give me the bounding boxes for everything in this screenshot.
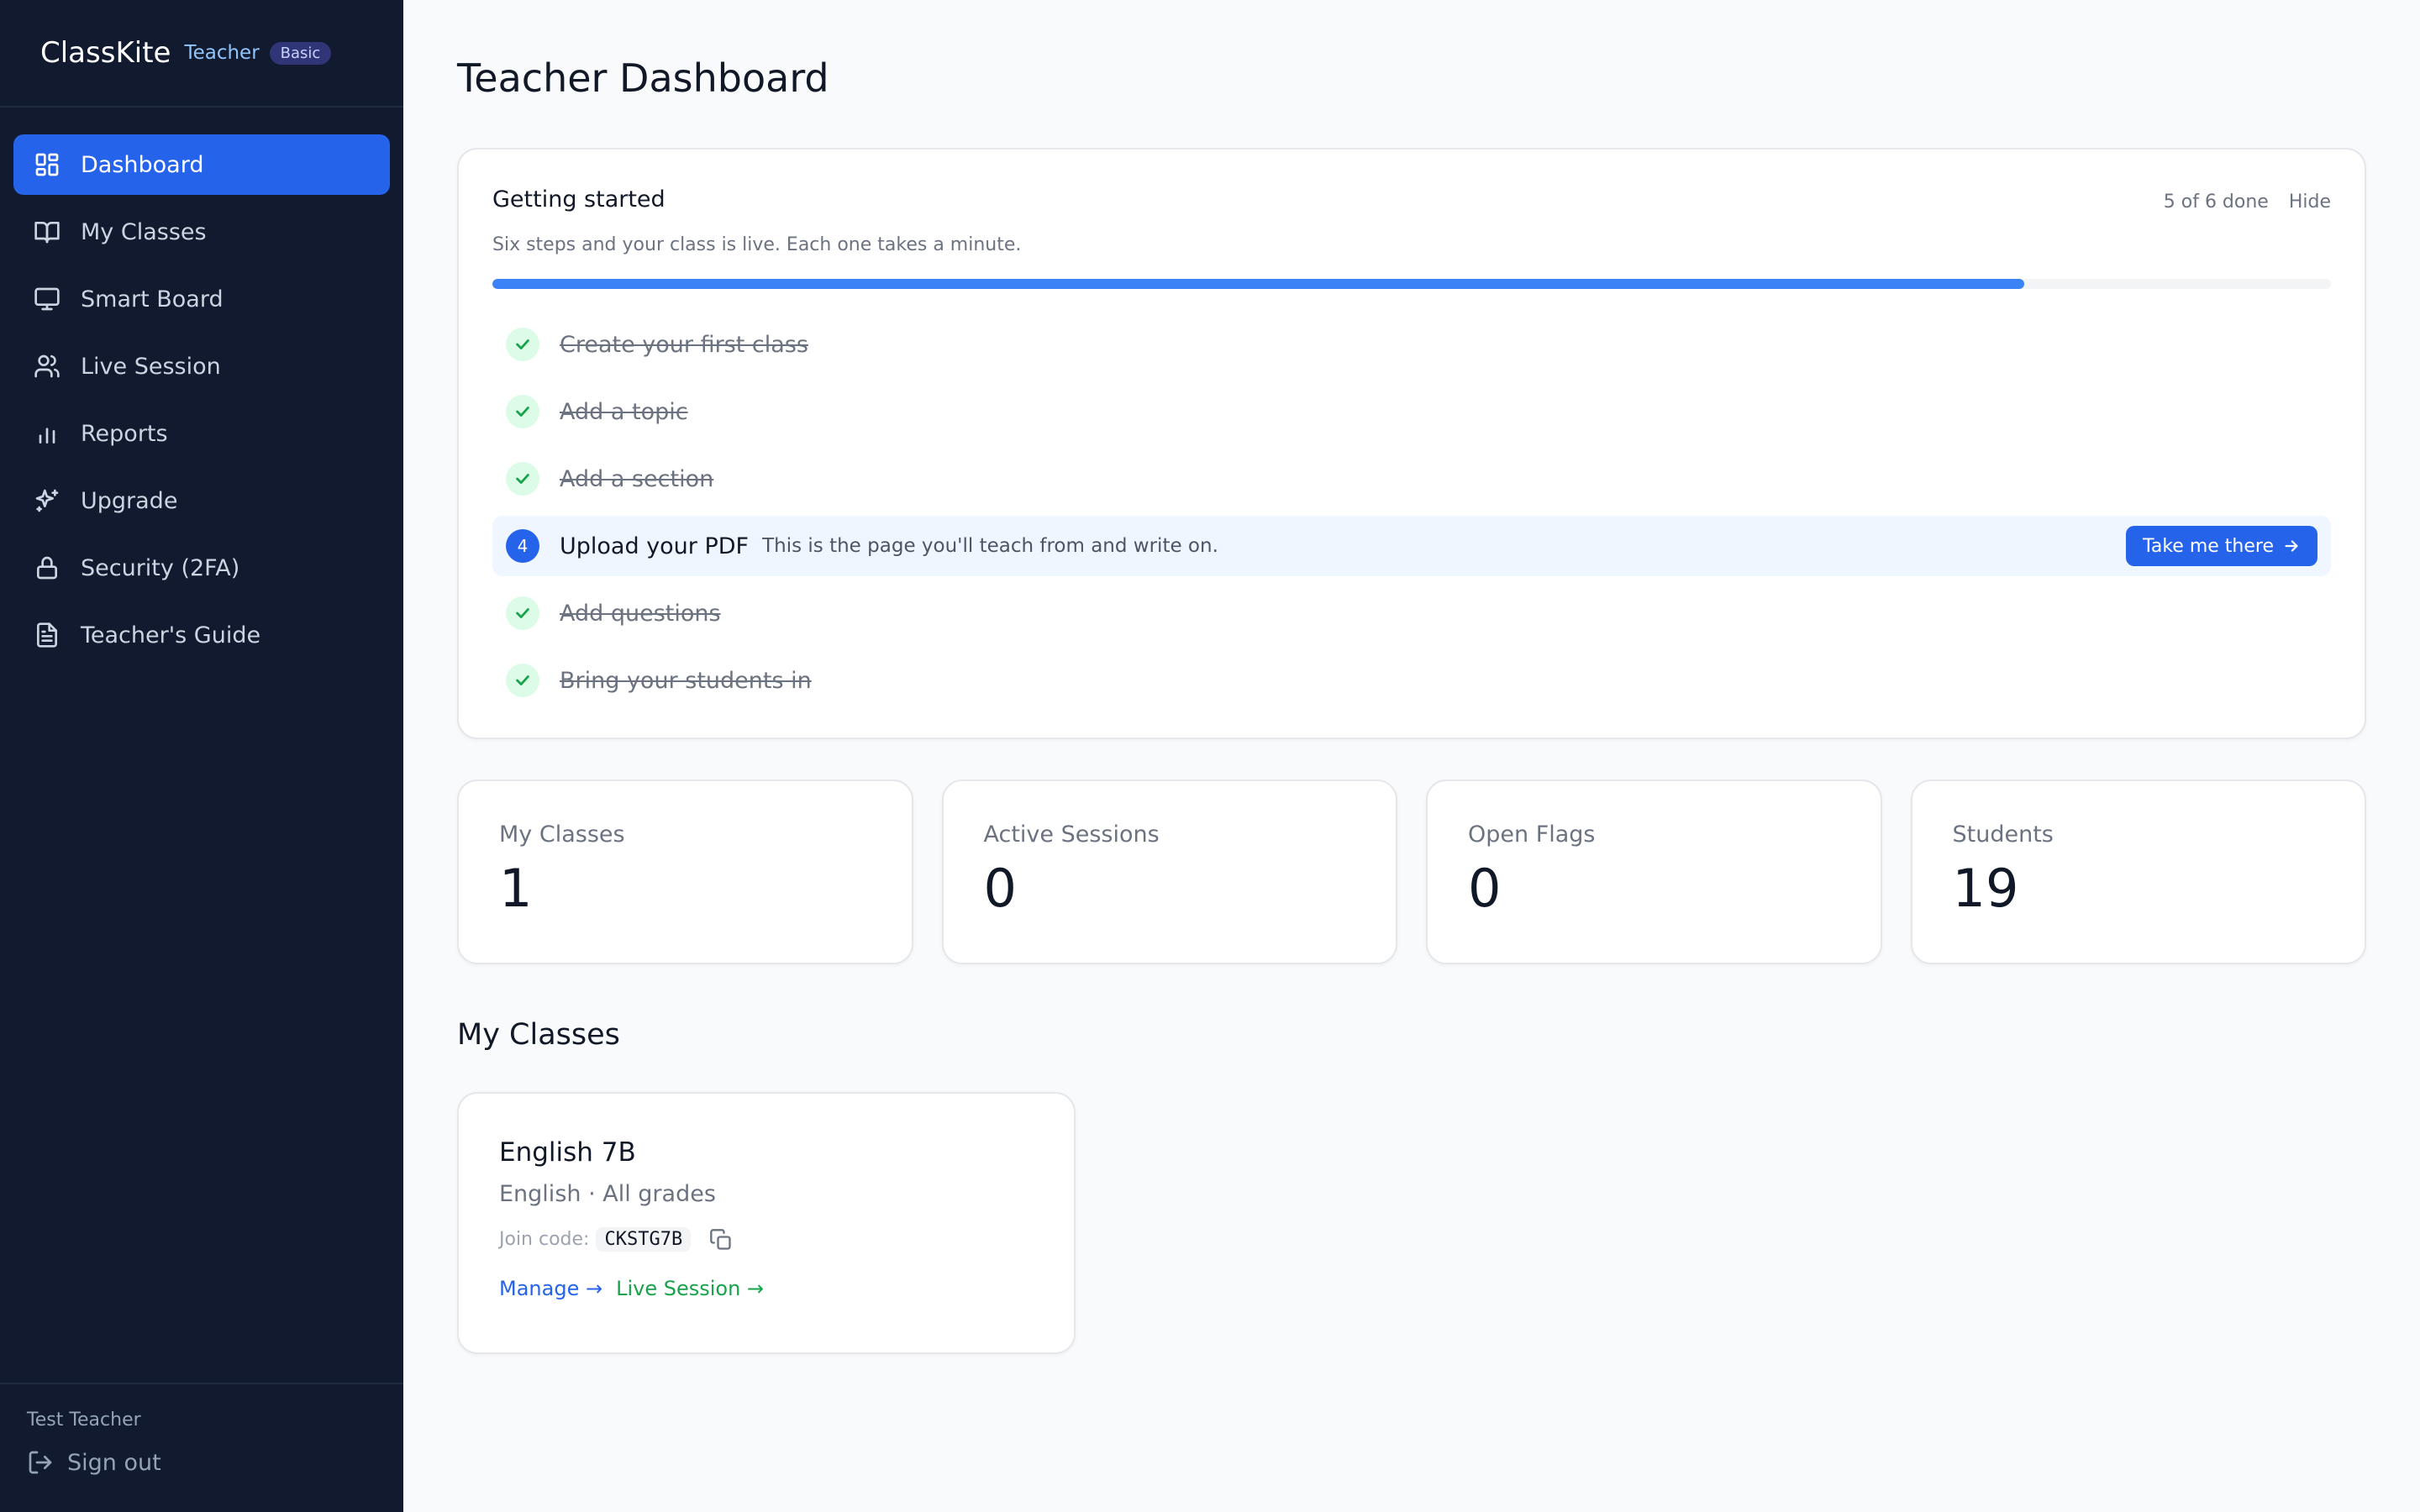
class-name: English 7B (499, 1137, 636, 1168)
brand-role: Teacher (184, 42, 260, 64)
take-me-there-label: Take me there (2143, 535, 2274, 557)
brand: ClassKite Teacher Basic (0, 0, 403, 108)
live-session-link[interactable]: Live Session → (616, 1277, 764, 1300)
sidebar-item-label: Security (2FA) (81, 554, 240, 581)
sidebar-item-upgrade[interactable]: Upgrade (13, 470, 390, 531)
progress-text: 5 of 6 done (2163, 192, 2269, 213)
book-open-icon (34, 218, 60, 245)
users-icon (34, 353, 60, 380)
dashboard-icon (34, 151, 60, 178)
stat-card-open-flags: Open Flags 0 (1426, 780, 1882, 964)
stats-row: My Classes 1 Active Sessions 0 Open Flag… (457, 780, 2366, 964)
sidebar-item-security[interactable]: Security (2FA) (13, 538, 390, 598)
getting-started-card: Getting started Six steps and your class… (457, 148, 2366, 739)
sidebar-item-reports[interactable]: Reports (13, 403, 390, 464)
page-title: Teacher Dashboard (457, 55, 829, 101)
stat-value: 1 (499, 858, 533, 919)
check-icon (506, 664, 539, 697)
stat-value: 19 (1952, 858, 2019, 919)
sidebar-item-label: Dashboard (81, 151, 204, 178)
class-card: English 7B English · All grades Join cod… (457, 1092, 1076, 1354)
check-icon (506, 395, 539, 428)
step-label: Add a topic (560, 398, 688, 425)
bar-chart-icon (34, 420, 60, 447)
check-icon (506, 462, 539, 496)
manage-link[interactable]: Manage → (499, 1277, 602, 1300)
brand-name: ClassKite (40, 36, 171, 70)
stat-value: 0 (983, 858, 1017, 919)
sidebar-item-label: Reports (81, 420, 168, 447)
join-code-label: Join code: (499, 1229, 590, 1250)
hide-button[interactable]: Hide (2289, 192, 2331, 213)
getting-started-title: Getting started (492, 186, 666, 213)
sign-out-label: Sign out (67, 1449, 161, 1476)
sign-out-button[interactable]: Sign out (27, 1449, 376, 1476)
step-bring-students: Bring your students in (492, 650, 2331, 711)
sidebar-item-label: Smart Board (81, 286, 224, 312)
check-icon (506, 596, 539, 630)
getting-started-subtitle: Six steps and your class is live. Each o… (492, 234, 1022, 255)
join-code: CKSTG7B (596, 1227, 692, 1252)
sidebar-item-live-session[interactable]: Live Session (13, 336, 390, 396)
join-code-row: Join code: CKSTG7B (499, 1227, 1034, 1252)
step-description: This is the page you'll teach from and w… (762, 535, 1218, 557)
stat-label: My Classes (499, 822, 625, 848)
stat-card-my-classes: My Classes 1 (457, 780, 913, 964)
class-links: Manage → Live Session → (499, 1277, 1034, 1300)
sidebar-item-label: Live Session (81, 353, 221, 380)
stat-card-active-sessions: Active Sessions 0 (941, 780, 1397, 964)
monitor-icon (34, 286, 60, 312)
step-label: Create your first class (560, 331, 808, 358)
sidebar-item-label: My Classes (81, 218, 207, 245)
my-classes-heading: My Classes (457, 1018, 620, 1052)
sidebar: ClassKite Teacher Basic Dashboard My Cla… (0, 0, 403, 1512)
step-label: Bring your students in (560, 667, 812, 694)
file-text-icon (34, 622, 60, 648)
step-label: Upload your PDF (560, 533, 750, 559)
sidebar-item-my-classes[interactable]: My Classes (13, 202, 390, 262)
lock-icon (34, 554, 60, 581)
step-add-section: Add a section (492, 449, 2331, 509)
stat-value: 0 (1468, 858, 1502, 919)
step-create-class: Create your first class (492, 314, 2331, 375)
sidebar-nav: Dashboard My Classes Smart Board Live Se… (0, 108, 403, 665)
sidebar-item-smart-board[interactable]: Smart Board (13, 269, 390, 329)
take-me-there-button[interactable]: Take me there (2126, 526, 2317, 566)
class-meta: English · All grades (499, 1181, 716, 1207)
stat-label: Open Flags (1468, 822, 1596, 848)
step-label: Add questions (560, 600, 721, 627)
step-label: Add a section (560, 465, 714, 492)
sidebar-item-teachers-guide[interactable]: Teacher's Guide (13, 605, 390, 665)
arrow-right-icon (2285, 540, 2298, 552)
sidebar-item-label: Upgrade (81, 487, 178, 514)
stat-label: Students (1952, 822, 2054, 848)
sidebar-item-dashboard[interactable]: Dashboard (13, 134, 390, 195)
plan-badge: Basic (269, 41, 332, 65)
user-name: Test Teacher (27, 1410, 141, 1431)
sidebar-footer: Test Teacher Sign out (0, 1383, 403, 1512)
copy-icon[interactable] (709, 1228, 733, 1252)
step-upload-pdf: 4 Upload your PDF This is the page you'l… (492, 516, 2331, 576)
sparkles-icon (34, 487, 60, 514)
stat-label: Active Sessions (983, 822, 1160, 848)
sign-out-icon (29, 1451, 52, 1474)
sidebar-item-label: Teacher's Guide (81, 622, 261, 648)
stat-card-students: Students 19 (1910, 780, 2366, 964)
steps-list: Create your first class Add a topic Add … (492, 314, 2331, 711)
main-content: Teacher Dashboard Getting started Six st… (403, 0, 2420, 1512)
progress-fill (492, 279, 2025, 289)
step-add-topic: Add a topic (492, 381, 2331, 442)
step-add-questions: Add questions (492, 583, 2331, 643)
progress-bar (492, 279, 2331, 289)
step-number: 4 (506, 529, 539, 563)
check-icon (506, 328, 539, 361)
